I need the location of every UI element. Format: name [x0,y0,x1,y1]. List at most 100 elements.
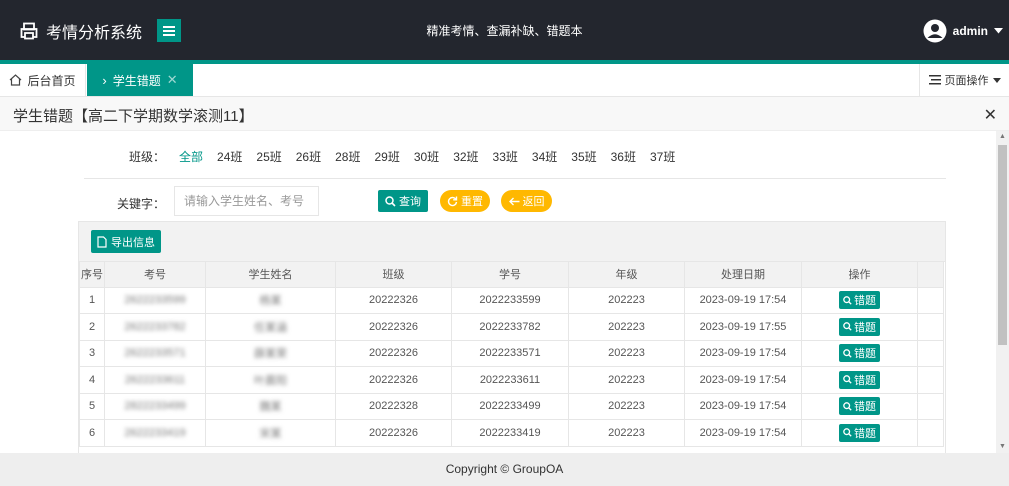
cell-date: 2023-09-19 17:54 [684,339,802,367]
cell-student-id: 2022233571 [451,339,569,367]
view-errors-button[interactable]: 错题 [839,344,880,363]
class-option[interactable]: 25班 [256,148,281,165]
cell-student-id: 2022233499 [451,392,569,420]
chevron-right-icon: › [102,72,107,88]
cell-grade: 202223 [568,419,685,447]
top-header: 考情分析系统 精准考情、查漏补缺、错题本 admin [0,0,1009,60]
class-option[interactable]: 26班 [296,148,321,165]
cell-date: 2023-09-19 17:54 [684,286,802,314]
panel-close-icon[interactable]: ✕ [984,105,997,125]
cell-grade: 202223 [568,313,685,341]
table-row: 4 2622233611 叶晨阳 20222326 2022233611 202223 20… [79,366,944,394]
tab-home-label: 后台首页 [27,73,76,88]
view-errors-label: 错题 [854,295,876,308]
keyword-input[interactable] [174,186,319,216]
class-option[interactable]: 36班 [611,148,636,165]
cell-class: 20222326 [335,419,452,447]
divider [84,178,946,179]
export-button[interactable]: 导出信息 [91,230,161,253]
class-option[interactable]: 全部 [179,148,203,165]
view-errors-button[interactable]: 错题 [839,370,880,389]
cell-grade: 202223 [568,392,685,420]
cell-date: 2023-09-19 17:54 [684,366,802,394]
table-row: 2 2622233782 任某涵 20222326 2022233782 202223 20… [79,313,944,341]
keyword-label: 关键字： [117,197,166,211]
class-option[interactable]: 32班 [453,148,478,165]
page-ops-label: 页面操作 [944,75,989,87]
tab-student-errors[interactable]: › 学生错题 ✕ [87,64,193,96]
cell-class: 20222326 [335,313,452,341]
view-errors-button[interactable]: 错题 [839,317,880,336]
scroll-down-arrow-icon[interactable]: ▼ [996,441,1009,453]
cell-grade: 202223 [568,366,685,394]
cell-name: 任某涵 [205,313,336,341]
column-header: 操作 [801,262,918,288]
column-header-spacer [917,262,944,288]
column-header: 考号 [104,262,206,288]
back-button-label: 返回 [522,196,545,208]
search-icon [843,428,852,437]
redacted-name: 魏某 [259,401,282,414]
user-name: admin [952,24,988,38]
table-row: 3 2622233571 薛某荣 20222326 2022233571 202223 20… [79,339,944,367]
reset-button-label: 重置 [461,196,483,208]
reset-button[interactable]: 重置 [440,190,490,212]
redacted-name: 薛某荣 [254,348,287,361]
search-icon [843,322,852,331]
cell-spacer [917,392,944,420]
cell-action: 错题 [801,366,918,394]
class-option[interactable]: 33班 [493,148,518,165]
column-header: 学生姓名 [205,262,336,288]
redacted-name: 杨某 [259,295,282,308]
back-button[interactable]: 返回 [501,190,552,212]
tab-close-icon[interactable]: ✕ [167,72,178,88]
class-option[interactable]: 24班 [217,148,242,165]
cell-student-id: 2022233782 [451,313,569,341]
refresh-icon [447,196,458,206]
search-icon [843,295,852,305]
page-operations-menu[interactable]: 页面操作 [919,64,1009,96]
cell-exam-id: 2622233782 [104,313,206,341]
class-option[interactable]: 29班 [374,148,399,165]
cell-name: 杨某 [205,286,336,314]
class-option[interactable]: 35班 [571,148,596,165]
user-menu[interactable]: admin [923,18,1003,44]
view-errors-button[interactable]: 错题 [839,397,880,416]
cell-student-id: 2022233599 [451,286,569,314]
class-option[interactable]: 30班 [414,148,439,165]
cell-spacer [917,339,944,367]
cell-date: 2023-09-19 17:54 [684,419,802,447]
cell-action: 错题 [801,392,918,420]
main-content: 班级： 全部 24班 25班 26班 28班 29班 30班 32班 33班 34班 35班 36班 3… [0,131,996,453]
cell-class: 20222326 [335,339,452,367]
cell-class: 20222328 [335,392,452,420]
user-avatar-icon [923,19,947,43]
cell-spacer [917,313,944,341]
vertical-scrollbar[interactable]: ▲ ▼ [996,131,1009,453]
table-row: 6 2622233419 宋某 20222326 2022233419 202223 202… [79,419,944,447]
scroll-up-arrow-icon[interactable]: ▲ [996,131,1009,143]
cell-no: 2 [79,313,105,341]
table-row: 1 2622233599 杨某 20222326 2022233599 202223 202… [79,286,944,314]
scrollbar-thumb[interactable] [998,145,1007,345]
panel-title: 学生错题【高二下学期数学滚测11】 [13,108,254,125]
cell-student-id: 2022233419 [451,419,569,447]
table-header-row: 序号 考号 学生姓名 班级 学号 年级 处理日期 操作 [79,262,944,288]
query-button[interactable]: 查询 [378,190,428,212]
tab-home[interactable]: 后台首页 [0,64,86,96]
redacted-name: 任某涵 [254,321,287,334]
class-option[interactable]: 37班 [650,148,675,165]
cell-no: 6 [79,419,105,447]
cell-name: 叶晨阳 [205,366,336,394]
class-option[interactable]: 28班 [335,148,360,165]
class-option[interactable]: 34班 [532,148,557,165]
column-header: 年级 [568,262,685,288]
cell-exam-id: 2822233499 [104,392,206,420]
cell-action: 错题 [801,419,918,447]
view-errors-button[interactable]: 错题 [839,423,880,442]
cell-date: 2023-09-19 17:54 [684,392,802,420]
tab-active-label: 学生错题 [112,73,161,88]
cell-student-id: 2022233611 [451,366,569,394]
cell-no: 1 [79,286,105,314]
view-errors-button[interactable]: 错题 [839,291,880,310]
